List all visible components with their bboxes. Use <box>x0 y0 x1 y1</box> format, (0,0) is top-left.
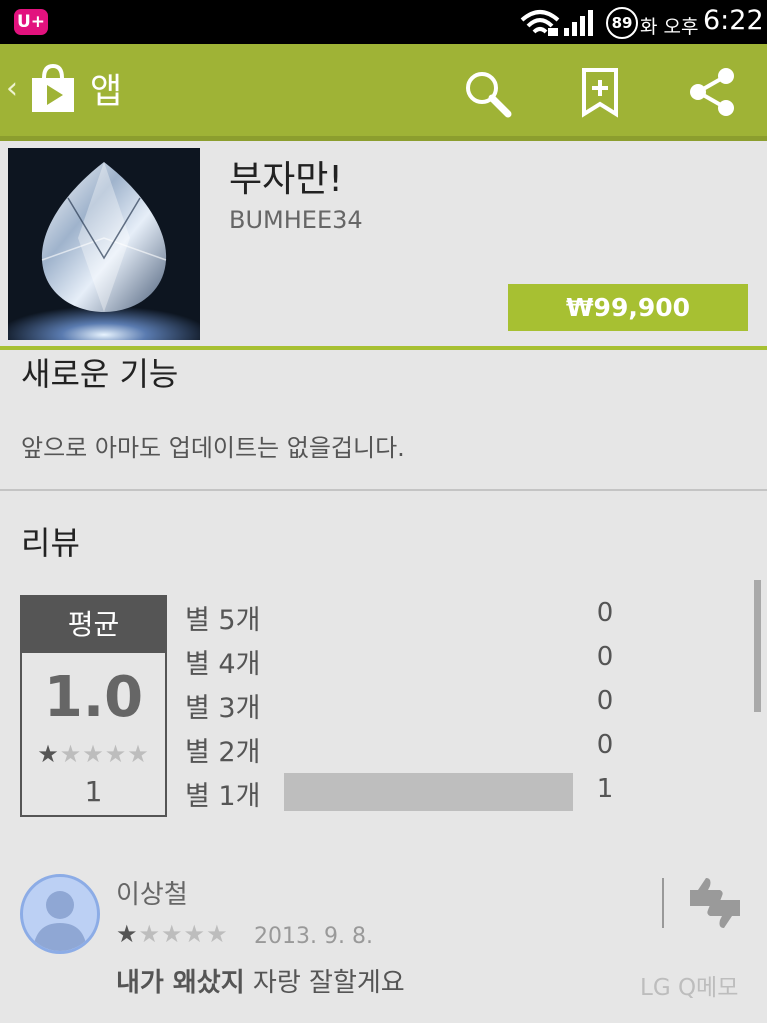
star-filled-icon: ★ <box>37 740 60 768</box>
histogram-count-4: 0 <box>596 642 614 672</box>
buy-price-button[interactable]: ₩99,900 <box>508 284 748 331</box>
average-star-rating: ★★★★★ <box>22 740 165 768</box>
histogram-label-3: 별 3개 <box>185 693 261 724</box>
histogram-bar-1 <box>284 773 573 811</box>
star-empty-icon: ★ <box>138 920 162 948</box>
helpful-divider <box>662 878 664 928</box>
star-empty-icon: ★ <box>82 740 105 768</box>
reviewer-name: 이상철 <box>116 880 188 910</box>
reviews-heading: 리뷰 <box>21 524 80 562</box>
back-chevron-icon[interactable]: ‹ <box>6 74 18 104</box>
histogram-label-4: 별 4개 <box>185 649 261 680</box>
scrollbar[interactable] <box>754 580 761 712</box>
thumbs-up-down-icon[interactable] <box>686 874 744 932</box>
carrier-logo-icon: U+ <box>14 9 48 35</box>
review-star-rating: ★★★★★ <box>116 920 229 948</box>
review-date: 2013. 9. 8. <box>254 924 373 949</box>
histogram-label-1: 별 1개 <box>185 781 261 812</box>
star-empty-icon: ★ <box>104 740 128 768</box>
histogram-count-1: 1 <box>596 774 614 804</box>
total-review-count: 1 <box>84 775 103 808</box>
wishlist-add-icon[interactable] <box>578 66 622 118</box>
histogram-label-5: 별 5개 <box>185 605 261 636</box>
action-bar-shadow <box>0 136 767 141</box>
memo-watermark-label: LG Q메모 <box>640 975 739 1001</box>
status-ampm: 화 오후 <box>640 16 699 38</box>
status-clock: 6:22 <box>703 5 764 36</box>
play-store-icon[interactable] <box>30 62 76 114</box>
whats-new-heading: 새로운 기능 <box>21 355 179 393</box>
wifi-icon <box>520 10 560 36</box>
review-text: 내가 왜샀지 자랑 잘할게요 <box>116 962 405 999</box>
star-empty-icon: ★ <box>127 740 150 768</box>
app-icon-diamond <box>8 148 200 340</box>
whats-new-body: 앞으로 아마도 업데이트는 없을겁니다. <box>21 434 405 462</box>
app-title: 부자만! <box>229 159 343 200</box>
star-empty-icon: ★ <box>161 920 184 948</box>
histogram-count-3: 0 <box>596 686 614 716</box>
reviewer-avatar <box>20 874 100 954</box>
star-empty-icon: ★ <box>206 920 229 948</box>
signal-icon <box>564 10 593 36</box>
review-body: 자랑 잘할게요 <box>244 968 405 998</box>
average-rating-value: 1.0 <box>43 665 144 730</box>
developer-name[interactable]: BUMHEE34 <box>229 206 363 234</box>
section-divider <box>0 489 767 491</box>
histogram-count-5: 0 <box>596 598 614 628</box>
share-icon[interactable] <box>686 66 738 118</box>
action-bar-title[interactable]: 앱 <box>90 70 122 114</box>
histogram-count-2: 0 <box>596 730 614 760</box>
star-empty-icon: ★ <box>183 920 207 948</box>
star-empty-icon: ★ <box>59 740 83 768</box>
search-icon[interactable] <box>462 68 514 120</box>
battery-indicator: 89 <box>606 7 638 39</box>
user-silhouette-icon <box>33 891 87 951</box>
average-label: 평균 <box>22 597 165 653</box>
star-filled-icon: ★ <box>116 920 139 948</box>
review-title: 내가 왜샀지 <box>116 968 245 998</box>
histogram-label-2: 별 2개 <box>185 737 261 768</box>
